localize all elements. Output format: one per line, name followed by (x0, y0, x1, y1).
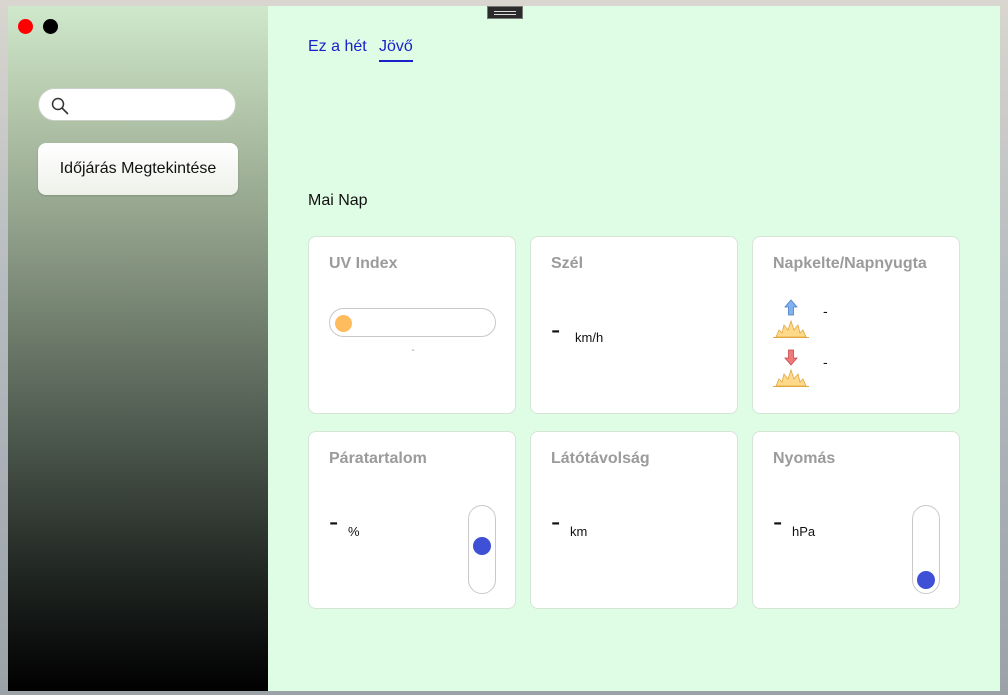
sunrise-value: - (823, 303, 828, 319)
section-title: Mai Nap (308, 192, 368, 209)
pressure-gauge (912, 505, 940, 594)
uv-indicator (335, 315, 352, 332)
card-title: Páratartalom (329, 450, 427, 467)
search-input[interactable] (77, 95, 231, 117)
sunrise-icon (773, 299, 809, 338)
view-weather-button[interactable]: Időjárás Megtekintése (38, 143, 238, 195)
pressure-unit: hPa (792, 524, 816, 539)
tab-this-week[interactable]: Ez a hét (308, 38, 367, 56)
humidity-gauge (468, 505, 496, 594)
sunset-icon (773, 349, 809, 387)
pressure-value: - (773, 506, 783, 537)
card-title: Nyomás (773, 450, 836, 467)
humidity-card: Páratartalom - % (308, 431, 516, 609)
wind-card: Szél - km/h (530, 236, 738, 414)
pressure-gauge-knob (917, 571, 935, 589)
uv-index-bar (329, 308, 496, 337)
close-window-button[interactable] (18, 19, 33, 34)
sidebar: Időjárás Megtekintése (8, 6, 268, 691)
visibility-unit: km (570, 524, 588, 539)
tab-future[interactable]: Jövő (379, 38, 413, 62)
humidity-gauge-knob (473, 537, 491, 555)
card-title: Látótávolság (551, 450, 650, 467)
app-window: Időjárás Megtekintése Ez a hét Jövő Mai … (8, 6, 1000, 691)
minimize-window-button[interactable] (43, 19, 58, 34)
humidity-unit: % (348, 524, 360, 539)
drag-handle[interactable] (487, 6, 523, 19)
sunrise-sunset-card: Napkelte/Napnyugta - - (752, 236, 960, 414)
card-title: UV Index (329, 255, 398, 272)
card-title: Szél (551, 255, 584, 272)
card-title: Napkelte/Napnyugta (773, 255, 927, 272)
wind-unit: km/h (575, 330, 604, 345)
sunset-row: - (773, 348, 828, 392)
uv-level-label: - (411, 345, 415, 356)
wind-value: - (551, 314, 561, 345)
sunset-value: - (823, 354, 828, 370)
sunrise-row: - (773, 299, 828, 343)
search-box[interactable] (38, 88, 236, 121)
humidity-value: - (329, 506, 339, 537)
pressure-card: Nyomás - hPa (752, 431, 960, 609)
visibility-value: - (551, 506, 561, 537)
visibility-card: Látótávolság - km (530, 431, 738, 609)
uv-index-card: UV Index - (308, 236, 516, 414)
search-icon (51, 97, 69, 115)
